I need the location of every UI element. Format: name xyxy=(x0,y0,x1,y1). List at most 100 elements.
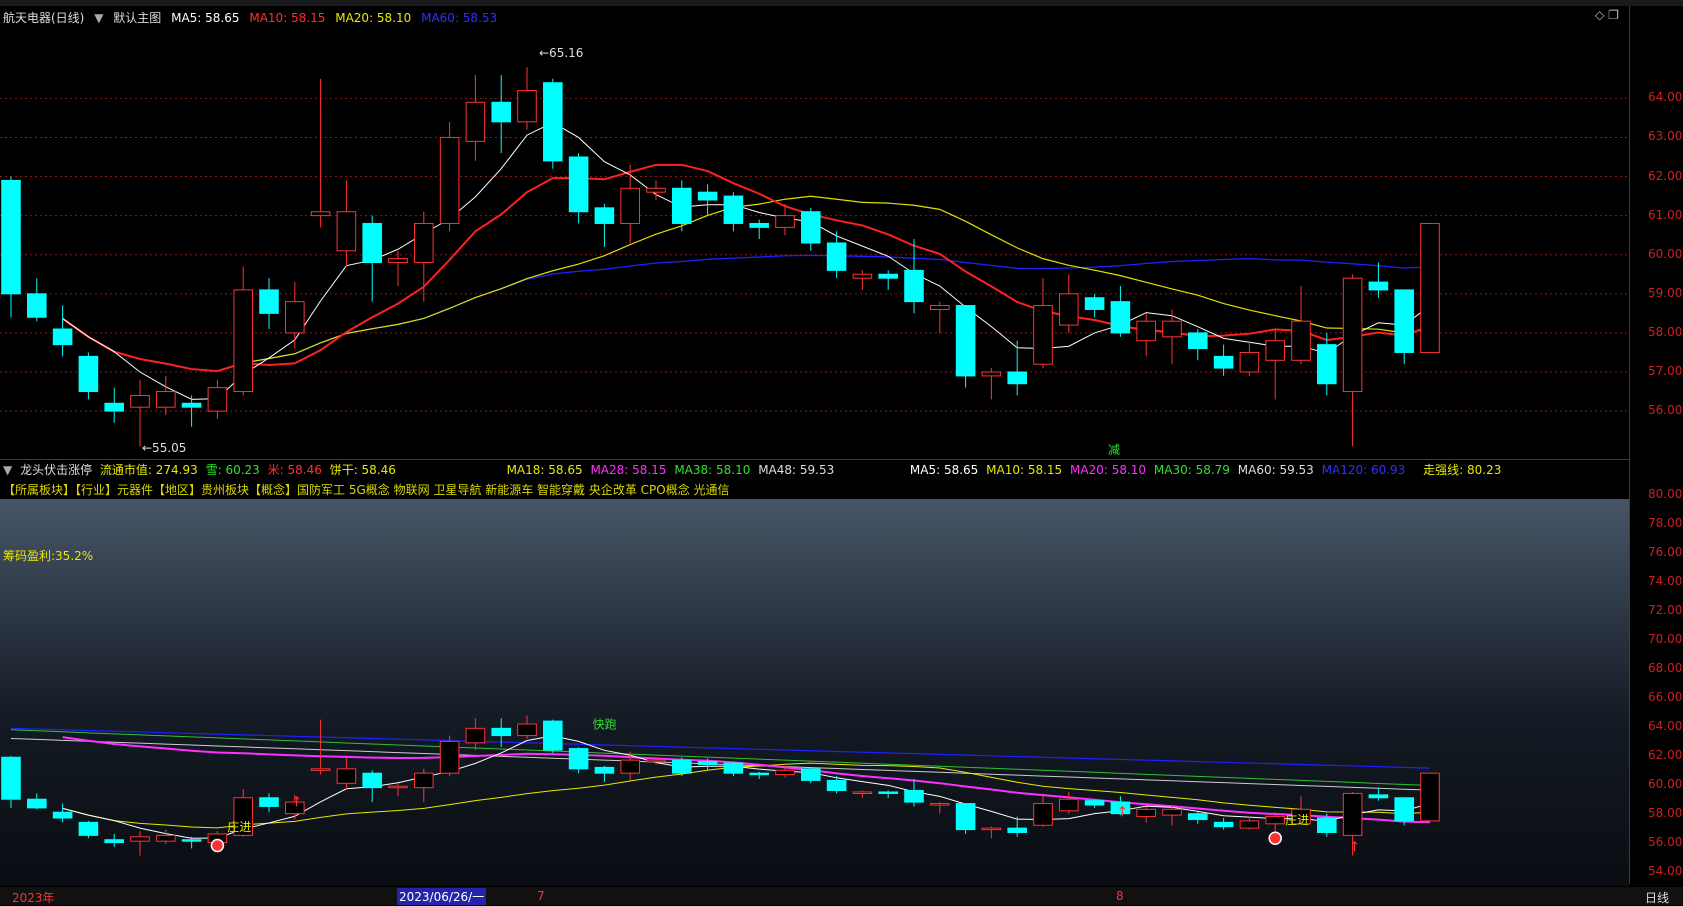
candle-body xyxy=(52,328,73,346)
candle-body xyxy=(1342,277,1363,393)
candle-body xyxy=(491,101,511,123)
candle-body xyxy=(310,768,331,771)
candle-body xyxy=(362,222,382,264)
candle-body xyxy=(1084,297,1105,310)
enter-signal: 庄进 xyxy=(1285,812,1309,827)
ma10b-label: MA10: 58.15 xyxy=(986,463,1063,477)
indicator-tick: 76.00 xyxy=(1648,545,1683,560)
indicator-tick: 80.00 xyxy=(1648,487,1683,502)
cursor-date-label: 2023/06/26/一 xyxy=(397,888,487,905)
candle-body xyxy=(465,101,486,142)
candle-body xyxy=(1342,792,1363,836)
candle-body xyxy=(1188,813,1208,820)
candle-body xyxy=(1265,340,1285,361)
price-tick: 61.00 xyxy=(1648,207,1683,222)
period-label[interactable]: 日线 xyxy=(1645,889,1669,906)
run-signal: 快跑 xyxy=(593,717,617,731)
month-8-label: 8 xyxy=(1116,889,1124,903)
candle-body xyxy=(259,797,279,807)
chevron-down-icon[interactable]: ▼ xyxy=(3,463,12,477)
stock-title[interactable]: 航天电器(日线) xyxy=(3,11,84,25)
candle-body xyxy=(336,211,357,252)
candle-body xyxy=(620,759,640,774)
candle-body xyxy=(723,762,744,774)
up-arrow-icon: ↑ xyxy=(1116,805,1128,821)
main-price-chart[interactable]: ←65.16 ←55.05 减 xyxy=(0,28,1629,458)
candle-body xyxy=(517,723,537,737)
restore-icon[interactable]: ❐ xyxy=(1608,8,1619,22)
candle-body xyxy=(207,387,228,412)
candle-body xyxy=(801,211,821,244)
candle-body xyxy=(439,740,460,774)
lower-ma20-line xyxy=(62,762,1431,829)
candle-body xyxy=(27,293,47,318)
candle-body xyxy=(259,289,279,314)
ma10-label: MA10: 58.15 xyxy=(249,11,326,25)
candle-body xyxy=(568,156,589,213)
candle-body xyxy=(852,273,873,279)
candle-body xyxy=(1213,355,1234,369)
candle-body xyxy=(1394,797,1414,822)
indicator-chart[interactable]: 庄进 庄进 快跑 ↑ ↑ ↑ xyxy=(0,481,1629,886)
indicator-tick: 56.00 xyxy=(1648,834,1683,849)
candle-body xyxy=(878,791,898,794)
indicator-tick: 62.00 xyxy=(1648,747,1683,762)
xue-label: 雪: 60.23 xyxy=(205,463,260,477)
candle-body xyxy=(156,834,176,842)
candle-body xyxy=(904,269,924,303)
candle-body xyxy=(1239,351,1260,373)
indicator-tick: 72.00 xyxy=(1648,603,1683,618)
candle-body xyxy=(465,727,486,744)
candle-body xyxy=(955,803,976,831)
indicator-tick: 54.00 xyxy=(1648,863,1683,878)
candle-body xyxy=(388,258,408,264)
year-label: 2023年 xyxy=(12,891,55,905)
candle-body xyxy=(672,187,692,224)
lower-ma38-line xyxy=(10,729,1431,786)
main-chart-selector[interactable]: 默认主图 xyxy=(113,11,161,25)
price-tick: 64.00 xyxy=(1648,90,1683,105)
ma38-label: MA38: 58.10 xyxy=(674,463,751,477)
diamond-icon[interactable]: ◇ xyxy=(1595,8,1604,22)
candle-body xyxy=(1162,320,1182,338)
ma48-label: MA48: 59.53 xyxy=(758,463,835,477)
candle-body xyxy=(981,827,1002,831)
price-tick: 56.00 xyxy=(1648,403,1683,418)
price-axis: 64.00 63.00 62.00 61.00 60.00 59.00 58.00 57.00… xyxy=(1630,28,1683,458)
reduce-signal: 减 xyxy=(1108,443,1120,457)
ma20b-label: MA20: 58.10 xyxy=(1070,463,1147,477)
candle-body xyxy=(1317,344,1337,385)
indicator-tick: 66.00 xyxy=(1648,689,1683,704)
low-annotation: ←55.05 xyxy=(142,441,186,455)
candle-body xyxy=(1136,808,1156,818)
candle-body xyxy=(1033,803,1053,826)
candle-body xyxy=(439,136,460,224)
up-arrow-icon: ↑ xyxy=(1349,839,1361,855)
chevron-down-icon[interactable]: ▼ xyxy=(94,11,103,25)
price-tick: 62.00 xyxy=(1648,168,1683,183)
ma18-label: MA18: 58.65 xyxy=(506,463,583,477)
candle-body xyxy=(1136,320,1156,342)
candle-body xyxy=(1239,820,1260,829)
candle-body xyxy=(775,769,795,776)
candle-body xyxy=(78,821,99,836)
candle-body xyxy=(1317,817,1337,833)
candle-body xyxy=(1368,794,1389,799)
enter-signal: 庄进 xyxy=(227,819,251,834)
ma60b-label: MA60: 59.53 xyxy=(1237,463,1314,477)
indicator-tick: 60.00 xyxy=(1648,776,1683,791)
float-cap-label: 流通市值: 274.93 xyxy=(99,463,198,477)
candle-body xyxy=(104,839,124,844)
indicator-name[interactable]: 龙头伏击涨停 xyxy=(20,463,92,477)
candle-body xyxy=(1265,816,1285,825)
bing-label: 饼干: 58.46 xyxy=(329,463,396,477)
mi-label: 米: 58.46 xyxy=(267,463,322,477)
candle-body xyxy=(78,355,99,393)
candle-body xyxy=(930,305,950,310)
candle-body xyxy=(414,772,434,789)
candle-body xyxy=(27,798,47,809)
plus-circle-icon xyxy=(1268,831,1282,846)
candle-body xyxy=(104,402,124,412)
indicator-axis: 80.00 78.00 76.00 74.00 72.00 70.00 68.00 66.00… xyxy=(1630,481,1683,886)
candle-body xyxy=(1162,808,1182,816)
